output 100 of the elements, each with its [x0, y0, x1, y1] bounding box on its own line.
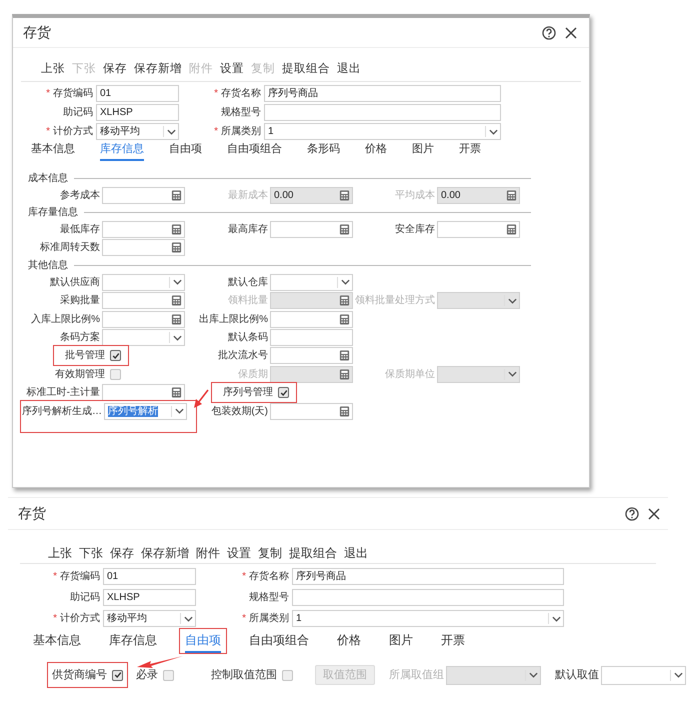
tab[interactable]: 开票 — [459, 140, 481, 161]
input-field[interactable]: XLHSP — [96, 104, 179, 121]
toolbar-button[interactable]: 退出 — [337, 60, 361, 78]
input-field[interactable] — [102, 384, 185, 402]
dropdown[interactable]: 移动平均 — [103, 610, 196, 627]
tab[interactable]: 基本信息 — [33, 631, 81, 653]
tab[interactable]: 基本信息 — [31, 140, 75, 161]
input-field[interactable]: 01 — [96, 85, 179, 102]
toolbar-button[interactable]: 设置 — [220, 60, 244, 78]
calculator-icon — [171, 387, 182, 398]
tab[interactable]: 价格 — [365, 140, 387, 161]
calculator-icon — [339, 350, 350, 362]
tab[interactable]: 价格 — [337, 631, 361, 653]
field-label: 入库上限比例% — [31, 312, 101, 327]
input-field[interactable] — [270, 347, 353, 364]
toolbar-button[interactable]: 附件 — [196, 544, 220, 562]
chevron-down-icon — [163, 126, 176, 137]
input-field[interactable] — [270, 402, 353, 420]
toolbar-button[interactable]: 保存 — [110, 544, 134, 562]
toolbar-button[interactable]: 保存新增 — [141, 544, 189, 562]
chevron-down-icon — [504, 295, 517, 306]
input-field[interactable] — [270, 310, 353, 328]
input-field[interactable]: 序列号商品 — [292, 568, 564, 585]
calculator-icon — [171, 224, 182, 236]
tab[interactable]: 条形码 — [307, 140, 340, 161]
toolbar-button[interactable]: 上张 — [48, 544, 72, 562]
checkbox[interactable] — [278, 387, 289, 398]
close-icon[interactable] — [564, 26, 577, 39]
tab[interactable]: 库存信息 — [109, 631, 157, 653]
checkbox[interactable] — [110, 368, 121, 380]
tab[interactable]: 图片 — [389, 631, 413, 653]
field-label: 规格型号 — [249, 590, 289, 605]
input-field[interactable] — [270, 221, 353, 238]
toolbar-button[interactable]: 保存 — [103, 60, 127, 78]
input-field[interactable]: XLHSP — [103, 589, 196, 606]
field-label: 计价方式 — [60, 612, 100, 626]
input-field[interactable]: 01 — [103, 568, 196, 585]
chevron-down-icon — [337, 276, 350, 288]
dropdown[interactable]: 1 — [292, 610, 564, 627]
help-icon[interactable] — [625, 506, 639, 520]
field-label: 条码方案 — [60, 330, 101, 346]
dropdown[interactable]: 1 — [264, 123, 501, 140]
calculator-icon — [339, 314, 350, 325]
dropdown[interactable]: 移动平均 — [96, 123, 179, 140]
input-field[interactable]: 序列号商品 — [264, 85, 501, 102]
field-label: 序列号管理 — [223, 386, 274, 400]
tab[interactable]: 图片 — [412, 140, 434, 161]
toolbar-button[interactable]: 退出 — [344, 544, 368, 562]
help-icon[interactable] — [542, 26, 556, 40]
checkbox[interactable] — [163, 670, 174, 680]
dropdown[interactable] — [102, 329, 185, 346]
close-icon[interactable] — [647, 507, 660, 520]
required-mark: * — [53, 612, 57, 626]
toolbar-button[interactable]: 下张 — [79, 544, 103, 562]
input-field[interactable] — [270, 329, 353, 346]
tab[interactable]: 自由项 — [185, 631, 221, 653]
field-label: 所属类别 — [221, 124, 261, 139]
tab[interactable]: 自由项组合 — [227, 140, 282, 161]
field-label: 参考成本 — [60, 188, 101, 203]
field-label: 存货编码 — [53, 86, 93, 101]
section-title: 成本信息 — [28, 172, 68, 186]
input-field[interactable] — [102, 292, 185, 310]
input-field[interactable] — [102, 186, 185, 204]
calculator-icon — [339, 190, 350, 201]
field-label: 存货名称 — [249, 570, 289, 584]
field-label: 默认条码 — [228, 331, 269, 346]
input-field[interactable] — [102, 221, 185, 238]
calculator-icon — [171, 314, 182, 325]
field-label: 有效期管理 — [55, 368, 106, 382]
tab[interactable]: 自由项 — [169, 140, 202, 161]
input-field[interactable] — [102, 310, 185, 328]
input-field[interactable] — [292, 589, 564, 606]
input-field[interactable] — [437, 221, 520, 238]
checkbox[interactable] — [282, 670, 293, 680]
field-label: 计价方式 — [53, 124, 93, 139]
tab[interactable]: 库存信息 — [100, 140, 144, 161]
input-field[interactable] — [264, 104, 501, 121]
checkbox[interactable] — [112, 670, 123, 680]
field-label: 序列号解析生成… — [22, 404, 103, 419]
field-label: 安全库存 — [395, 222, 436, 238]
tab[interactable]: 开票 — [441, 631, 465, 653]
field-label: 标准工时-主计量 — [26, 386, 101, 400]
chevron-down-icon — [171, 406, 184, 417]
toolbar-button[interactable]: 保存新增 — [134, 60, 182, 78]
input-field[interactable] — [102, 239, 185, 256]
section-title: 其他信息 — [28, 258, 68, 273]
chevron-down-icon — [169, 276, 182, 288]
calculator-icon — [171, 295, 182, 306]
dropdown[interactable]: 序列号解析 — [104, 402, 187, 420]
checkbox[interactable] — [110, 350, 121, 362]
required-mark: * — [242, 612, 246, 626]
toolbar-button[interactable]: 上张 — [41, 60, 65, 78]
tab[interactable]: 自由项组合 — [249, 631, 309, 653]
toolbar-button[interactable]: 提取组合 — [282, 60, 330, 78]
toolbar-button[interactable]: 提取组合 — [289, 544, 337, 562]
field-label: 批号管理 — [65, 348, 106, 364]
field-label: 标准周转天数 — [40, 240, 101, 256]
field-label: 必录 — [136, 668, 158, 683]
toolbar-button[interactable]: 设置 — [227, 544, 251, 562]
toolbar-button[interactable]: 复制 — [258, 544, 282, 562]
